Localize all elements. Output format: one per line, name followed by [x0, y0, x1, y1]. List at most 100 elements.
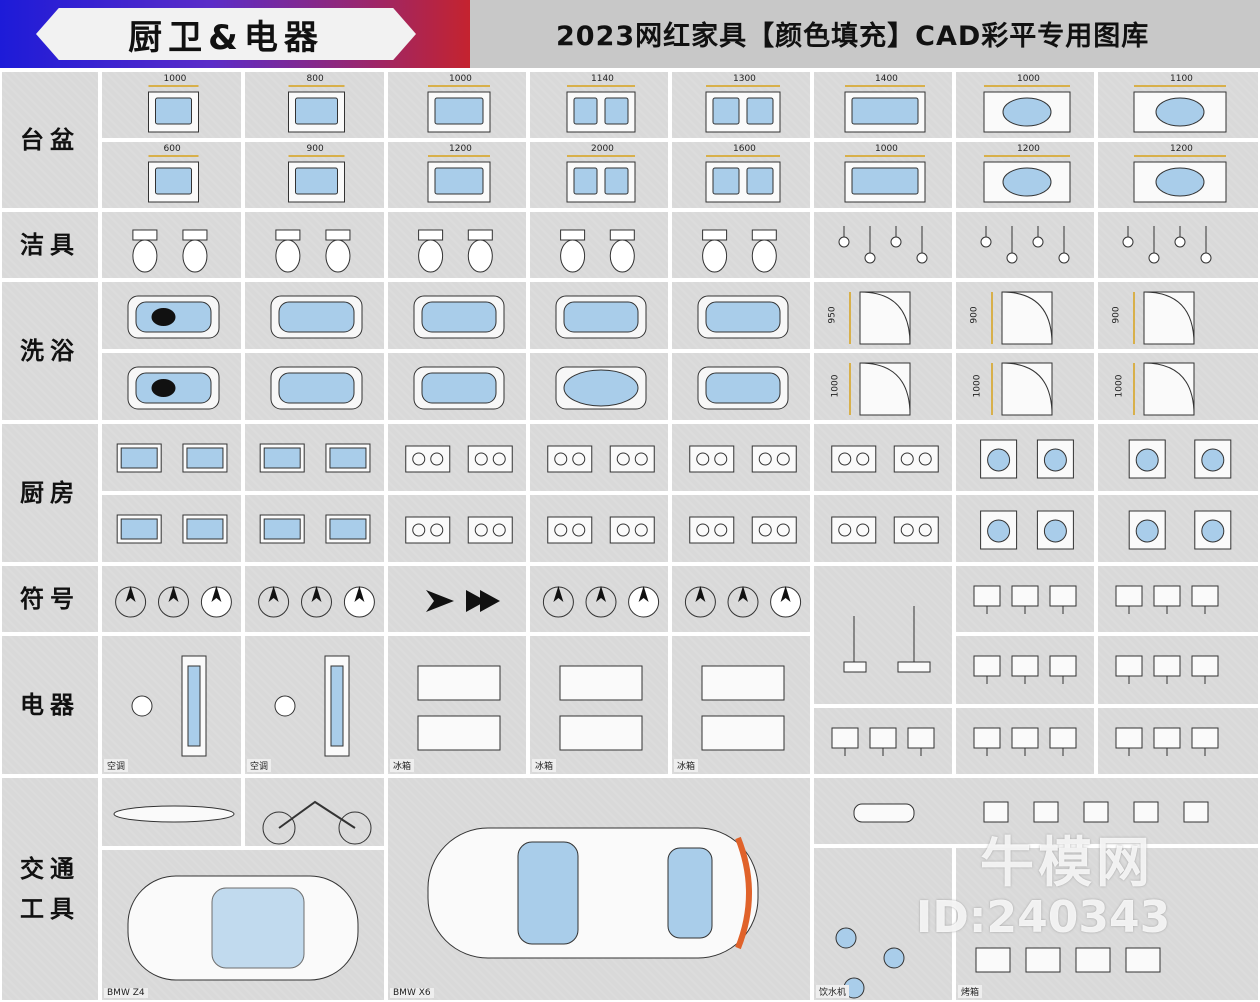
kitchen-symbol: [547, 516, 655, 544]
motorcycle-side-symbol: [262, 800, 372, 845]
basin-dimension: 1200: [1170, 144, 1193, 154]
kitchen-symbol: [980, 439, 1074, 479]
symbol-cell: [670, 564, 812, 634]
basin-dimension: 600: [163, 144, 181, 154]
bath-cell: [670, 280, 812, 351]
bath-cell: 900: [1096, 280, 1260, 351]
basin-cell: 800: [243, 70, 386, 140]
kitchen-symbol: [831, 445, 939, 473]
basin-cell: 1000: [812, 140, 954, 210]
device-symbol: [973, 655, 1077, 684]
shower-dimension: 1000: [1114, 374, 1125, 398]
bath-cell: [100, 280, 243, 351]
bath-cell: 950: [812, 280, 954, 351]
id-watermark: ID:240343: [916, 892, 1171, 943]
shower-dimension: 950: [827, 306, 838, 324]
kitchen-cell: [100, 493, 243, 564]
vehicle-tag: BMW Z4: [104, 988, 148, 998]
kitchen-symbol: [831, 516, 939, 544]
bath-cell: [386, 280, 528, 351]
motorcycle-side-cell: [243, 776, 386, 848]
appliance-tag: 空调: [104, 759, 129, 772]
appliance-cell: 空调: [100, 634, 243, 776]
compass-symbol: [684, 586, 802, 618]
symbol-cell: [528, 564, 670, 634]
symbol-cell: [386, 564, 528, 634]
roadster-cell: BMW Z4: [100, 848, 386, 1002]
suv-cell: BMW X6: [386, 776, 812, 1002]
basin-dimension: 1400: [875, 74, 898, 84]
motorcycle-cell: [100, 776, 243, 848]
basin-cell: 1200: [954, 140, 1096, 210]
shower-dimension: 900: [969, 306, 980, 324]
device-cell: [812, 706, 954, 776]
bathtub-symbol: [270, 366, 363, 410]
sanitary-cell: [954, 210, 1096, 280]
kitchen-cell: [670, 493, 812, 564]
bath-cell: [528, 351, 670, 422]
sanitary-cell: [386, 210, 528, 280]
row-label-transport-text: 交通工具: [20, 855, 80, 923]
bath-cell: 900: [954, 280, 1096, 351]
fridge-symbol: [559, 665, 643, 751]
basin-cell: 1400: [812, 70, 954, 140]
kitchen-symbol: [116, 443, 228, 473]
basin-cell: 1000: [100, 70, 243, 140]
sanitary-cell: [670, 210, 812, 280]
shower-dimension: 1000: [972, 374, 983, 398]
sanitary-cell: [100, 210, 243, 280]
kitchen-symbol: [980, 510, 1074, 550]
vehicle-tag: BMW X6: [390, 988, 434, 998]
device-symbol: [1115, 585, 1219, 614]
toilet-symbol: [132, 229, 208, 273]
kitchen-symbol: [689, 516, 797, 544]
bath-cell: 1000: [1096, 351, 1260, 422]
device-cell: [954, 564, 1096, 634]
device-symbol: [831, 727, 935, 756]
kitchen-symbol: [259, 514, 371, 544]
kitchen-cell: [670, 422, 812, 493]
sanitary-cell: [812, 210, 954, 280]
toilet-symbol: [275, 229, 351, 273]
toilet-symbol: [418, 229, 493, 273]
bathtub-symbol: [555, 295, 647, 339]
toilet-symbol: [838, 226, 928, 264]
header-banner: 厨卫&电器 2023网红家具【颜色填充】CAD彩平专用图库: [0, 0, 1260, 70]
kitchen-cell: [528, 422, 670, 493]
kitchen-cell: [386, 493, 528, 564]
toilet-symbol: [980, 226, 1070, 264]
symbol-cell: [243, 564, 386, 634]
kitchen-symbol: [405, 516, 513, 544]
kitchen-symbol: [547, 445, 655, 473]
category-title: 厨卫&电器: [128, 17, 324, 58]
basin-cell: 1000: [386, 70, 528, 140]
basin-cell: 900: [243, 140, 386, 210]
device-symbol: [973, 585, 1077, 614]
bathtub-symbol: [555, 366, 647, 410]
basin-cell: 1100: [1096, 70, 1260, 140]
toilet-symbol: [702, 229, 777, 273]
device-symbol: [973, 727, 1077, 756]
basin-dimension: 900: [306, 144, 324, 154]
device-symbol: [1115, 655, 1219, 684]
shower-dimension: 900: [1111, 306, 1122, 324]
kitchen-cell: [954, 493, 1096, 564]
air-conditioner-symbol: [131, 655, 207, 757]
kitchen-symbol: [259, 443, 371, 473]
appliance-cell: 冰箱: [528, 634, 670, 776]
toilet-symbol: [1122, 226, 1212, 264]
device-cell: [1096, 564, 1260, 634]
basin-dimension: 1600: [733, 144, 756, 154]
appliance-cell: 空调: [243, 634, 386, 776]
basin-dimension: 1000: [1017, 74, 1040, 84]
compass-symbol: [115, 586, 232, 618]
appliance-cell: 冰箱: [386, 634, 528, 776]
kitchen-cell: [954, 422, 1096, 493]
kitchen-symbol: [405, 445, 513, 473]
basin-cell: 600: [100, 140, 243, 210]
kitchen-symbol: [116, 514, 228, 544]
category-badge: 厨卫&电器: [0, 0, 470, 68]
bath-cell: [243, 351, 386, 422]
bathtub-symbol: [697, 295, 789, 339]
device-cell: [954, 706, 1096, 776]
